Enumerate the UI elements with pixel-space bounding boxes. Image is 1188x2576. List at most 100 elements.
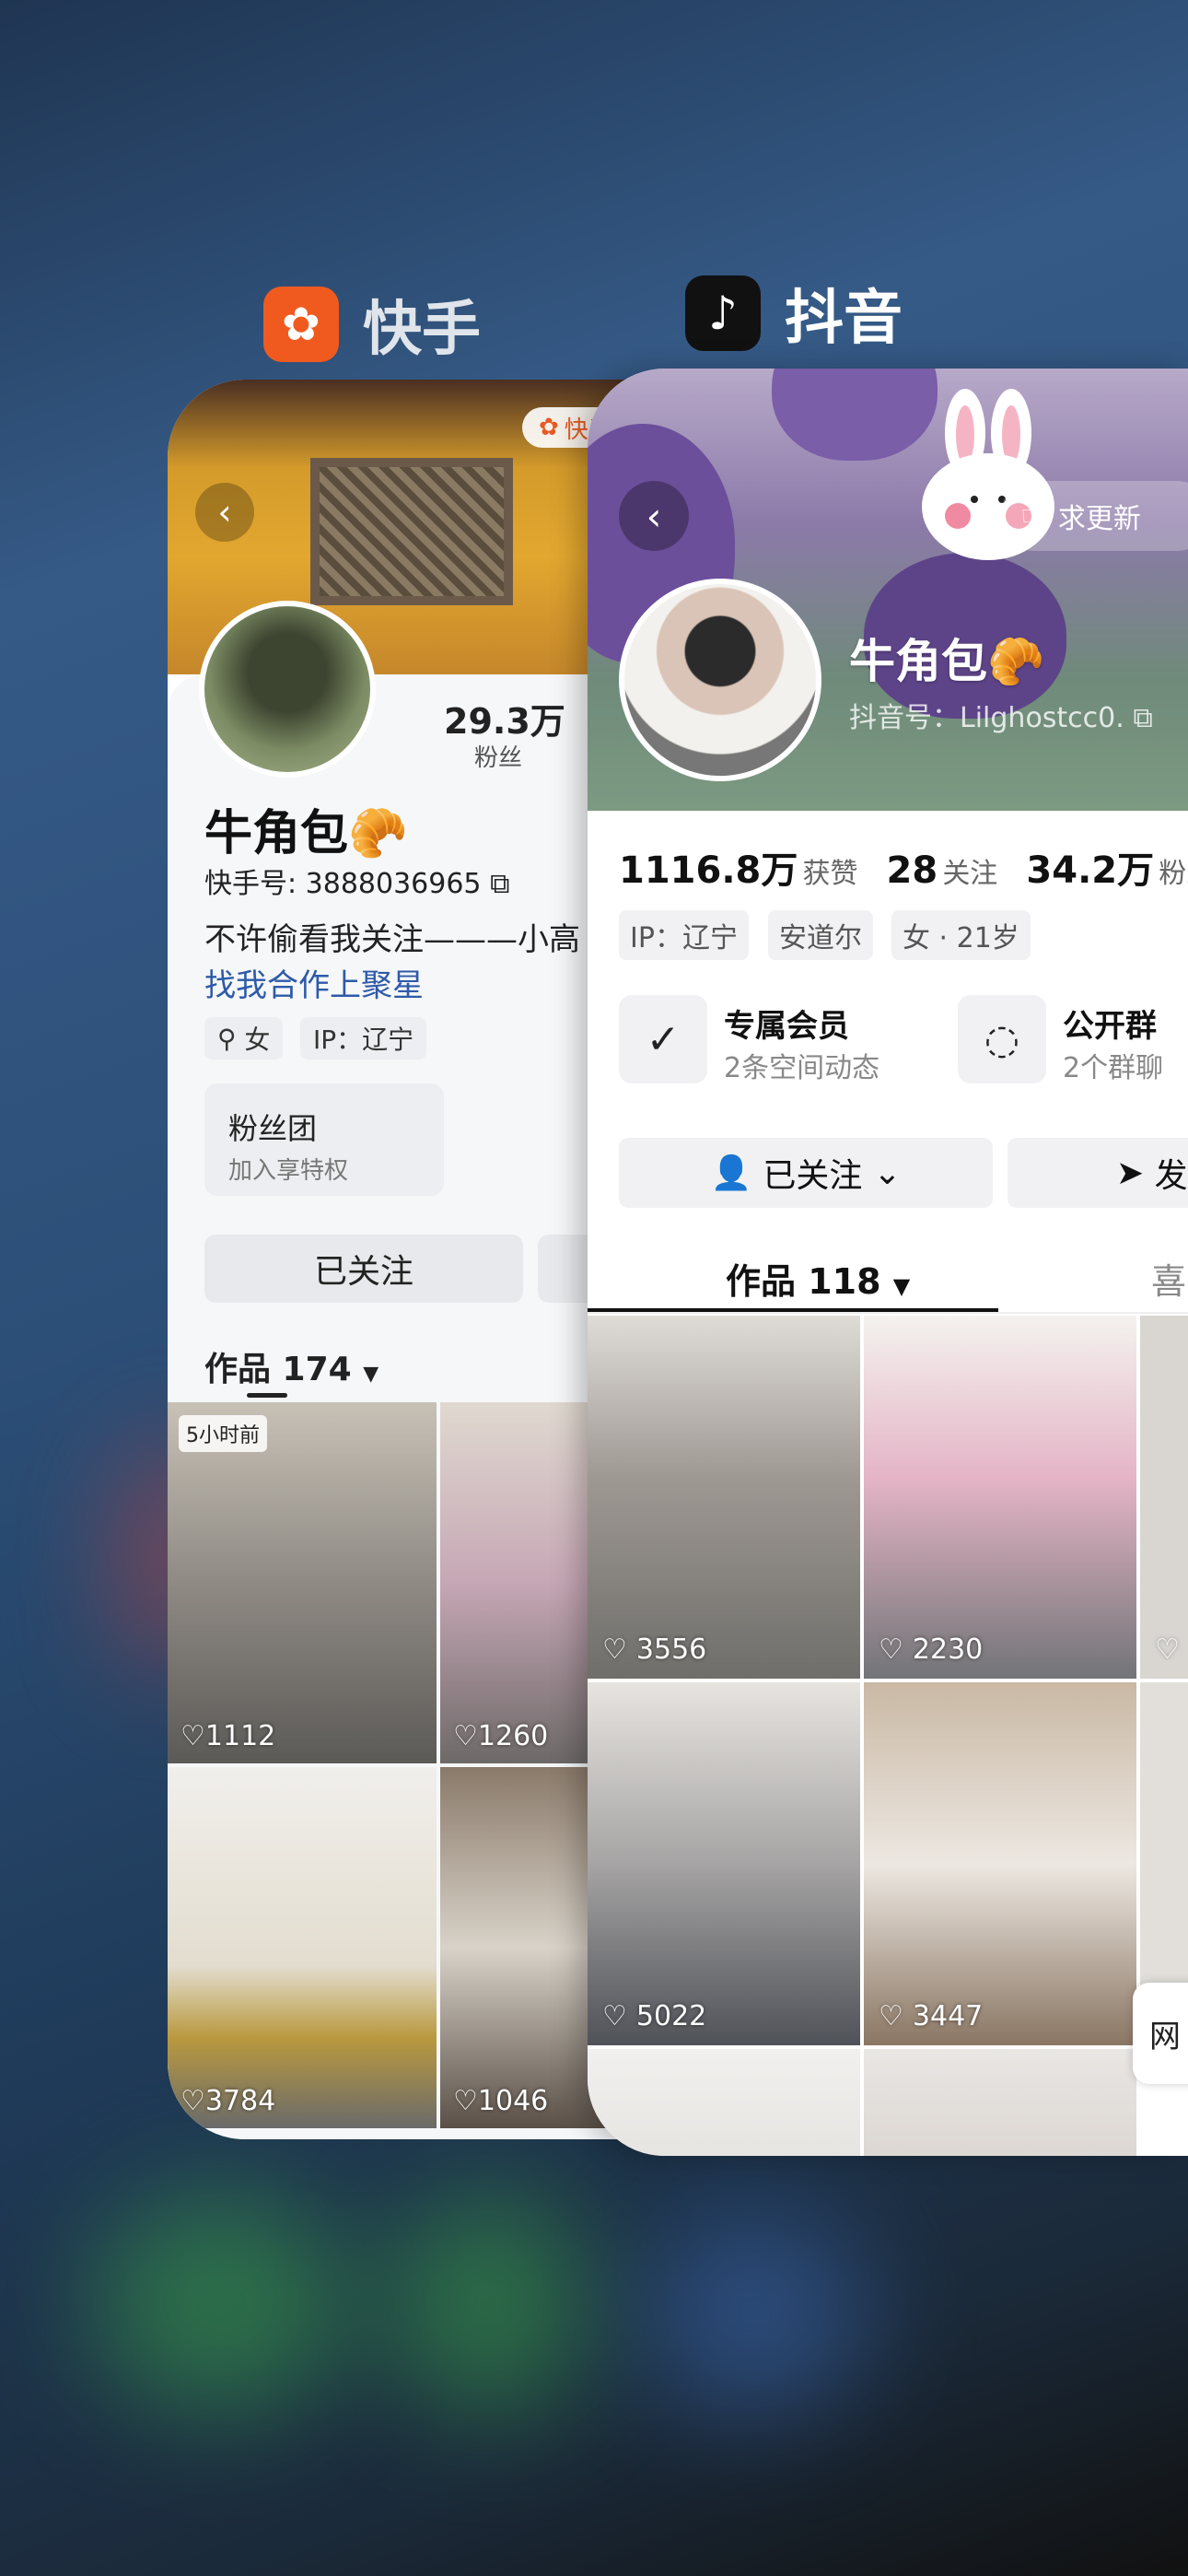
dropdown-icon: ▼	[363, 1363, 379, 1386]
like-count: ♡1260	[453, 1720, 548, 1752]
copy-icon[interactable]: ⧉	[1133, 702, 1152, 734]
video-thumbnail[interactable]: ♡ 5022	[588, 1682, 860, 2045]
video-thumbnail[interactable]: ♡3784	[168, 1767, 437, 2128]
background-blur	[387, 2193, 589, 2414]
like-count-text: 2230	[912, 1633, 984, 1666]
like-count: ♡1046	[453, 2085, 548, 2117]
avatar[interactable]	[619, 579, 821, 781]
heart-icon: ♡	[181, 2085, 205, 2117]
banner-window-decoration	[310, 458, 513, 605]
gender-text: 女	[244, 1025, 271, 1055]
works-tab-indicator	[247, 1393, 287, 1398]
cooperation-link[interactable]: 找我合作上聚星	[204, 960, 424, 1005]
works-tab[interactable]: 作品 174 ▼	[204, 1342, 379, 1390]
following-count[interactable]: 28	[887, 849, 938, 892]
like-count: ♡ 5022	[602, 2000, 706, 2032]
profile-banner: ‹ ☞ 求更新 牛角包🥐 抖音号：Lilghostcc0. ⧉	[588, 369, 1188, 811]
account-id[interactable]: 快手号: 3888036965 ⧉	[204, 861, 509, 901]
app-label-kuaishou[interactable]: ✿ 快手	[263, 282, 481, 367]
chat-icon: ◌	[958, 995, 1046, 1083]
profile-stats: 1116.8万 获赞 28 关注 34.2万 粉丝	[619, 840, 1188, 894]
tab-likes[interactable]: 喜	[1151, 1253, 1186, 1304]
profile-name: 牛角包🥐	[849, 635, 1045, 688]
like-count-text: 5022	[635, 2000, 707, 2032]
following-button[interactable]: 👤 已关注 ⌄	[619, 1138, 993, 1208]
fans-count: 29.3万	[444, 701, 565, 742]
video-thumbnail[interactable]: 5小时前 ♡1112	[168, 1402, 437, 1763]
like-count: ♡3784	[181, 2085, 275, 2117]
send-icon: ➤	[1116, 1153, 1145, 1192]
request-update-button[interactable]: ☞ 求更新	[1000, 481, 1188, 551]
like-count-text: 3784	[204, 2085, 276, 2117]
profile-bio: 不许偷看我关注———小高	[204, 921, 580, 958]
like-count: ♡1112	[181, 1720, 275, 1752]
like-count-text: 1112	[204, 1720, 276, 1752]
video-thumbnail[interactable]	[588, 2049, 860, 2156]
video-thumbnail[interactable]	[864, 2049, 1136, 2156]
back-button[interactable]: ‹	[619, 481, 689, 551]
heart-icon: ♡	[181, 1720, 205, 1752]
message-button[interactable]: ➤ 发	[1007, 1138, 1188, 1208]
like-count: ♡ 2230	[879, 1633, 983, 1666]
message-label: 发	[1154, 1157, 1188, 1195]
like-count-text: 1046	[477, 2085, 549, 2117]
video-thumbnail[interactable]: ♡ 3556	[588, 1316, 860, 1679]
copy-icon[interactable]: ⧉	[490, 868, 509, 900]
back-button[interactable]: ‹	[195, 483, 254, 542]
dropdown-icon: ▼	[892, 1273, 911, 1299]
heart-icon: ♡	[879, 2000, 903, 2032]
background-blur	[645, 2211, 866, 2414]
video-thumbnail[interactable]: ♡ 2230	[864, 1316, 1136, 1679]
chevron-down-icon: ⌄	[873, 1153, 902, 1192]
likes-count: 1116.8万	[619, 849, 798, 892]
fans-count[interactable]: 34.2万	[1026, 849, 1154, 892]
profile-name: 牛角包🥐	[204, 806, 408, 861]
heart-icon: ♡	[453, 2085, 478, 2117]
location-tag: 安道尔	[768, 910, 873, 960]
tab-works[interactable]: 作品 118 ▼	[726, 1253, 910, 1304]
account-id[interactable]: 抖音号：Lilghostcc0. ⧉	[849, 695, 1153, 735]
request-update-label: 求更新	[1057, 503, 1141, 535]
like-count: ♡ 3556	[602, 1633, 706, 1666]
like-count-text: 3556	[635, 1633, 707, 1666]
fans-label[interactable]: 粉丝	[1159, 858, 1188, 890]
app-label-douyin[interactable]: ♪ 抖音	[685, 271, 903, 356]
background-blur	[92, 2193, 350, 2414]
time-badge: 5小时前	[179, 1415, 267, 1452]
douyin-app-card[interactable]: ‹ ☞ 求更新 牛角包🥐 抖音号：Lilghostcc0. ⧉ 1116.8万 获…	[588, 369, 1188, 2156]
following-label: 已关注	[763, 1157, 863, 1195]
gender-age-tag: 女 · 21岁	[891, 910, 1031, 960]
works-tab-label: 作品 174	[204, 1351, 352, 1388]
hand-icon: ☞	[1020, 499, 1045, 533]
ip-tag: IP：辽宁	[619, 910, 749, 960]
account-id-text: 快手号: 3888036965	[204, 868, 482, 900]
douyin-icon: ♪	[685, 275, 761, 351]
like-count-text: 1260	[477, 1720, 549, 1752]
feature-subtitle: 2个群聊	[1063, 1052, 1164, 1084]
kuaishou-icon: ✿	[263, 287, 339, 362]
video-thumbnail[interactable]: ♡ 3447	[864, 1682, 1136, 2045]
like-count-text: 3447	[912, 2000, 984, 2032]
fan-club-title: 粉丝团	[228, 1111, 318, 1146]
ip-tag: IP：辽宁	[300, 1017, 427, 1060]
kuaishou-logo-icon: ✿	[539, 414, 559, 441]
heart-icon: ♡	[602, 1633, 627, 1666]
tab-divider	[588, 1312, 1188, 1314]
heart-icon: ♡	[453, 1720, 478, 1752]
following-label[interactable]: 关注	[942, 858, 997, 890]
likes-label: 获赞	[802, 858, 858, 890]
user-check-icon: 👤	[710, 1154, 752, 1192]
following-button[interactable]: 已关注	[204, 1235, 523, 1303]
video-thumbnail[interactable]: ♡	[1140, 1316, 1188, 1679]
heart-icon: ♡	[602, 2000, 627, 2032]
floating-widget[interactable]: 网	[1133, 1983, 1188, 2084]
avatar[interactable]	[199, 601, 376, 778]
like-count: ♡ 3447	[879, 2000, 983, 2032]
kuaishou-app-card[interactable]: ‹ ✿快手 29.3万 粉丝 牛角包🥐 快手号: 3888036965 ⧉ 不许…	[168, 380, 646, 2139]
fan-club-button[interactable]: 粉丝团 加入享特权	[204, 1083, 444, 1196]
feature-subtitle: 2条空间动态	[724, 1052, 880, 1084]
fans-label: 粉丝	[474, 744, 523, 772]
tab-works-label: 作品 118	[726, 1261, 881, 1302]
heart-icon: ♡	[879, 1633, 903, 1666]
feature-title: 专属会员	[724, 1008, 849, 1045]
